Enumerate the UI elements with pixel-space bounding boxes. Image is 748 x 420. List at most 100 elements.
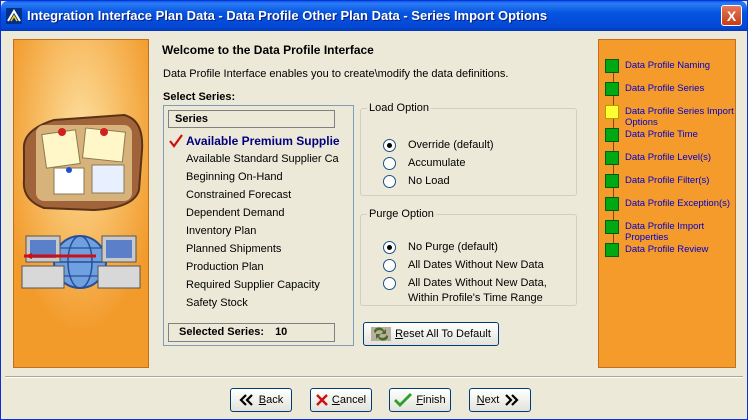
series-column-header[interactable]: Series [168,110,335,128]
series-item-label: Dependent Demand [186,207,285,219]
radio-label-line2: Within Profile's Time Range [408,292,543,304]
series-item[interactable]: Safety Stock [168,294,351,312]
step-label: Data Profile Exception(s) [625,198,731,209]
next-arrow-icon [503,394,519,406]
step-label: Data Profile Time [625,129,698,140]
close-button[interactable]: X [721,5,742,26]
step-complete-icon [605,59,619,73]
radio-label: All Dates Without New Data [408,259,544,271]
series-item[interactable]: Production Plan [168,258,351,276]
series-list-box: Series Available Premium Supplie Availab… [163,105,354,346]
radio-selected-icon[interactable] [383,139,396,152]
title-bar[interactable]: Integration Interface Plan Data - Data P… [1,1,747,31]
step-complete-icon [605,151,619,165]
step-label: Data Profile Series [625,83,705,94]
intro-text: Data Profile Interface enables you to cr… [163,68,509,80]
left-illustration-panel [13,39,149,368]
purge-option-all-dates[interactable]: All Dates Without New Data [383,258,544,273]
radio-selected-icon[interactable] [383,241,396,254]
series-item-label: Constrained Forecast [186,189,292,201]
wizard-window: Integration Interface Plan Data - Data P… [0,0,748,420]
load-option-legend: Load Option [369,102,429,114]
purge-option-group: Purge Option No Purge (default) All Date… [360,208,577,306]
series-item[interactable]: Available Standard Supplier Ca [168,150,351,168]
radio-label: Override (default) [408,139,494,151]
footer-separator [5,376,743,378]
series-list[interactable]: Available Premium Supplie Available Stan… [168,132,351,312]
illustration-image [14,40,148,367]
series-item-label: Required Supplier Capacity [186,279,320,291]
series-item[interactable]: Available Premium Supplie [168,132,351,150]
next-label: Next [476,394,500,406]
step-complete-icon [605,197,619,211]
step-label: Data Profile Series Import Options [625,106,734,128]
load-option-override[interactable]: Override (default) [383,138,494,153]
selected-series-number: 10 [275,326,288,338]
step-complete-icon [605,220,619,234]
step-label: Data Profile Naming [625,60,711,71]
step-review[interactable]: Data Profile Review [605,243,737,271]
radio-icon[interactable] [383,277,396,290]
step-label: Data Profile Review [625,244,709,255]
series-item[interactable]: Planned Shipments [168,240,351,258]
wizard-steps-panel: Data Profile Naming Data Profile Series … [598,39,736,368]
reset-button-label: Reset All To Default [395,328,491,340]
series-item-label: Available Standard Supplier Ca [186,153,339,165]
finish-label: Finish [416,394,446,406]
next-button[interactable]: Next [469,388,531,412]
load-option-no-load[interactable]: No Load [383,174,450,189]
series-item[interactable]: Inventory Plan [168,222,351,240]
reset-all-button[interactable]: Reset All To Default [363,322,499,346]
series-item[interactable]: Dependent Demand [168,204,351,222]
series-item-label: Production Plan [186,261,264,273]
selected-series-label: Selected Series: [179,326,264,338]
series-item-label: Safety Stock [186,297,248,309]
step-label: Data Profile Level(s) [625,152,712,163]
select-series-label: Select Series: [163,91,236,103]
radio-icon[interactable] [383,157,396,170]
finish-check-icon [394,393,413,407]
network-globe-icon [21,235,141,289]
purge-option-legend: Purge Option [369,208,434,220]
back-arrow-icon [239,394,255,406]
close-icon: X [726,7,737,24]
series-item-label: Planned Shipments [186,243,282,255]
radio-label: Accumulate [408,157,466,169]
step-current-icon [605,105,619,119]
load-option-group: Load Option Override (default) Accumulat… [360,102,577,196]
purge-option-within-range[interactable]: All Dates Without New Data, Within Profi… [383,276,547,306]
step-complete-icon [605,128,619,142]
step-label: Data Profile Import Properties [625,221,705,243]
radio-icon[interactable] [383,175,396,188]
series-item-label: Available Premium Supplie [186,134,340,148]
radio-icon[interactable] [383,259,396,272]
cancel-label: Cancel [331,394,367,406]
step-complete-icon [605,82,619,96]
series-item-label: Beginning On-Hand [186,171,283,183]
radio-label: No Purge (default) [408,241,498,253]
series-item-label: Inventory Plan [186,225,257,237]
back-label: Back [258,394,284,406]
window-title: Integration Interface Plan Data - Data P… [27,8,548,23]
series-item[interactable]: Required Supplier Capacity [168,276,351,294]
selected-series-count: Selected Series: 10 [168,323,335,342]
series-item[interactable]: Beginning On-Hand [168,168,351,186]
checkmark-icon [169,134,183,148]
refresh-icon [371,327,392,341]
bulletin-board-icon [22,113,144,212]
step-label: Data Profile Filter(s) [625,175,710,186]
cancel-x-icon [316,394,328,406]
radio-label: All Dates Without New Data, Within Profi… [408,276,547,306]
back-button[interactable]: Back [230,388,292,412]
step-complete-icon [605,174,619,188]
step-complete-icon [605,243,619,257]
app-icon [6,8,22,24]
radio-label-line1: All Dates Without New Data, [408,277,547,289]
radio-label: No Load [408,175,450,187]
series-item[interactable]: Constrained Forecast [168,186,351,204]
load-option-accumulate[interactable]: Accumulate [383,156,465,171]
welcome-heading: Welcome to the Data Profile Interface [162,43,374,57]
cancel-button[interactable]: Cancel [310,388,372,412]
purge-option-no-purge[interactable]: No Purge (default) [383,240,498,255]
finish-button[interactable]: Finish [389,388,451,412]
